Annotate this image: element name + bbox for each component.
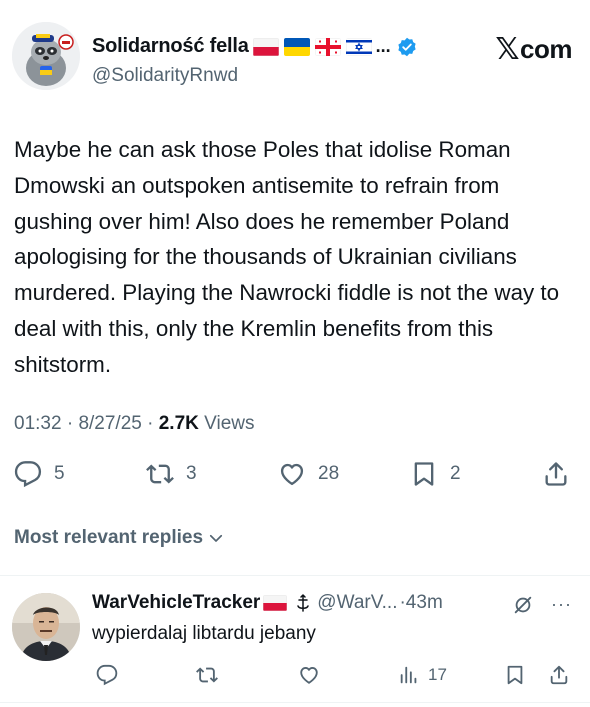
ukraine-flag-icon (283, 37, 310, 56)
like-count: 28 (318, 463, 340, 484)
bookmark-button[interactable]: 2 (410, 460, 461, 488)
name-truncation: ... (375, 36, 391, 56)
tweet-header: Solidarność fella ... @SolidarityRnwd 𝕏c… (12, 22, 578, 94)
share-button[interactable] (542, 460, 570, 488)
reply-timestamp[interactable]: ·43m (399, 592, 442, 614)
reply-header: WarVehicleTracker @WarV... ·43m (92, 592, 443, 614)
author-display-name[interactable]: Solidarność fella (92, 35, 249, 58)
poland-flag-icon (263, 595, 288, 611)
tweet-action-bar: 5 3 28 2 (14, 460, 574, 496)
author-name-row: Solidarność fella ... (92, 35, 417, 58)
poland-flag-icon (252, 37, 279, 56)
replies-sort-label: Most relevant replies (14, 527, 204, 548)
x-com-watermark: 𝕏com (495, 32, 572, 67)
reply-text: wypierdalaj libtardu jebany (92, 623, 316, 644)
views-label: Views (204, 413, 255, 434)
reply-repost-button[interactable] (196, 664, 218, 686)
author-flags: ... (252, 36, 391, 57)
meta-separator: · (147, 413, 154, 434)
tweet-text: Maybe he can ask those Poles that idolis… (14, 137, 560, 377)
reply-author-avatar[interactable] (12, 593, 80, 661)
repost-button[interactable]: 3 (146, 460, 197, 488)
like-button[interactable]: 28 (278, 460, 339, 488)
bottom-divider (0, 702, 590, 703)
heart-icon (280, 463, 304, 486)
tweet-time[interactable]: 01:32 (14, 413, 62, 434)
repost-count: 3 (186, 463, 197, 484)
israel-flag-icon (345, 37, 372, 56)
bookmark-icon (507, 665, 523, 685)
reply-bookmark-button[interactable] (504, 664, 526, 686)
repost-icon (146, 464, 174, 484)
reply-icon (96, 664, 118, 686)
section-divider (0, 575, 590, 576)
chevron-down-icon (209, 534, 223, 542)
reply-count: 5 (54, 463, 65, 484)
georgia-flag-icon (314, 37, 341, 56)
share-icon (550, 665, 568, 685)
verified-badge-icon (398, 37, 416, 56)
author-handle[interactable]: @SolidarityRnwd (92, 65, 238, 87)
meta-separator: · (66, 413, 74, 434)
author-avatar[interactable] (12, 22, 80, 90)
reply-button[interactable]: 5 (14, 460, 65, 488)
tweet-date[interactable]: 8/27/25 (78, 413, 141, 434)
bookmark-icon (414, 462, 434, 486)
reply-author-handle[interactable]: @WarV... (317, 592, 397, 614)
reply-like-button[interactable] (298, 664, 320, 686)
reply-icon (14, 461, 42, 488)
more-icon[interactable]: ··· (551, 594, 572, 615)
share-icon (545, 462, 567, 486)
grok-icon[interactable] (512, 594, 534, 616)
tweet-meta: 01:32 · 8/27/25 · 2.7K Views (14, 413, 255, 435)
reply-views-button[interactable]: 17 (398, 664, 447, 686)
anchor-cross-icon (297, 594, 310, 612)
reply-views-count: 17 (428, 665, 447, 684)
repost-icon (196, 667, 218, 683)
x-com-text: com (520, 34, 572, 64)
reply-action-bar: 17 (92, 664, 582, 690)
reply-reply-button[interactable] (96, 664, 118, 686)
reply-share-button[interactable] (548, 664, 570, 686)
x-logo-icon: 𝕏 (495, 33, 520, 66)
views-bar-icon (400, 666, 417, 684)
heart-icon (300, 667, 318, 684)
bookmark-count: 2 (450, 463, 461, 484)
reply-author-name[interactable]: WarVehicleTracker (92, 592, 260, 614)
views-count: 2.7K (158, 413, 199, 434)
replies-sort-dropdown[interactable]: Most relevant replies (14, 527, 225, 549)
